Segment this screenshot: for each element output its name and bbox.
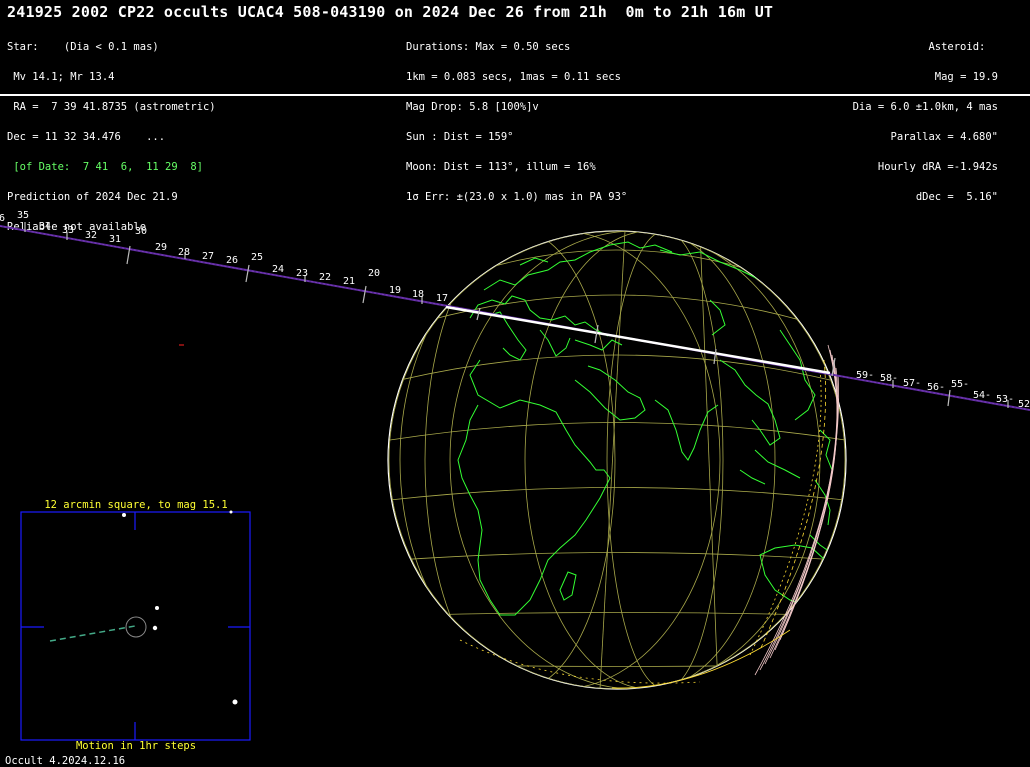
earth-globe <box>387 230 847 690</box>
track-label: 33 <box>62 225 74 236</box>
earth-limb <box>387 230 847 690</box>
track-label: 20 <box>368 268 380 279</box>
track-label: 54- <box>973 390 991 401</box>
track-label: 25 <box>251 252 263 263</box>
track-label: 59- <box>856 370 874 381</box>
track-minute-labels-left: 6 35 34 33 32 31 30 29 28 27 26 25 24 23… <box>0 210 448 304</box>
track-label: 30 <box>135 226 147 237</box>
track-label: 28 <box>178 247 190 258</box>
track-label: 24 <box>272 264 284 275</box>
finder-chart <box>20 510 251 741</box>
track-label: 6 <box>0 213 5 224</box>
track-label: 31 <box>109 234 121 245</box>
track-label: 34 <box>39 221 51 232</box>
track-label: 35 <box>17 210 29 221</box>
track-label: 22 <box>319 272 331 283</box>
track-label: 26 <box>226 255 238 266</box>
track-label: 32 <box>85 230 97 241</box>
track-label: 53- <box>996 394 1014 405</box>
software-version: Occult 4.2024.12.16 <box>5 755 126 767</box>
track-label: 19 <box>389 285 401 296</box>
finder-chart-footer: Motion in 1hr steps <box>75 740 197 752</box>
track-label: 57- <box>903 378 921 389</box>
track-minute-labels-right: 59- 58- 57- 56- 55- 54- 53- 52 <box>856 370 1030 410</box>
track-label: 21 <box>343 276 355 287</box>
finder-box <box>20 511 251 741</box>
track-label: 55- <box>951 379 969 390</box>
track-label: 58- <box>880 373 898 384</box>
track-label: 18 <box>412 289 424 300</box>
track-label: 29 <box>155 242 167 253</box>
occultation-map: 6 35 34 33 32 31 30 29 28 27 26 25 24 23… <box>0 210 1030 741</box>
track-label: 56- <box>927 382 945 393</box>
track-label: 23 <box>296 268 308 279</box>
finder-chart-title: 12 arcmin square, to mag 15.1 <box>44 499 228 511</box>
track-label: 17 <box>436 293 448 304</box>
track-label: 52 <box>1018 399 1030 410</box>
track-label: 27 <box>202 251 214 262</box>
